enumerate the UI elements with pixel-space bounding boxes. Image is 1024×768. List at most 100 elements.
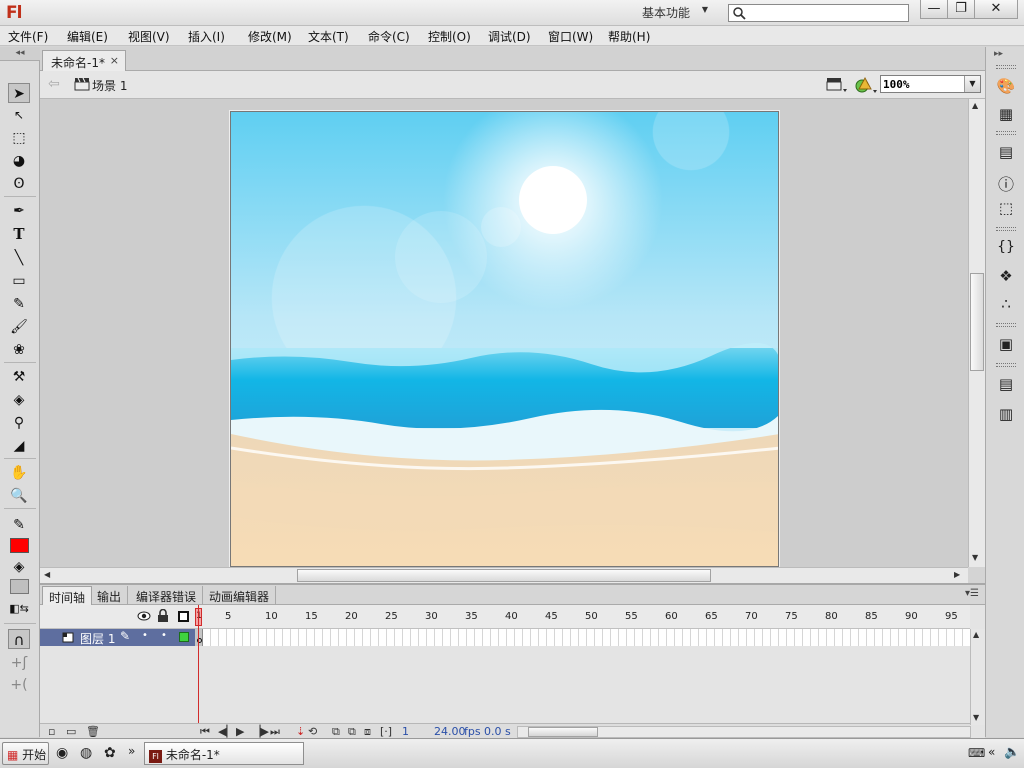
pencil-tool-icon[interactable]: ✎ — [8, 294, 30, 314]
taskbar-item-flash[interactable]: Fl 未命名-1* — [144, 742, 304, 765]
close-tab-icon[interactable]: × — [110, 54, 119, 67]
properties-panel-icon[interactable]: ▤ — [995, 375, 1017, 395]
layer-row[interactable]: 图层 1 ✎ • • — [40, 629, 195, 646]
loop-icon[interactable]: ⟲ — [308, 725, 317, 738]
scrollbar-thumb[interactable] — [297, 569, 711, 582]
go-last-frame-icon[interactable]: ⏭ — [270, 725, 280, 739]
go-first-frame-icon[interactable]: ⏮ — [200, 725, 210, 739]
back-arrow-icon[interactable]: ⇦ — [48, 76, 60, 92]
media-player-icon[interactable]: ◉ — [56, 745, 68, 761]
swap-colors-icon[interactable]: ◧⇆ — [8, 599, 30, 619]
frames-row[interactable] — [195, 629, 970, 646]
scroll-up-icon[interactable]: ▲ — [972, 101, 978, 110]
app-quicklaunch-icon[interactable]: ✿ — [104, 745, 116, 761]
scroll-down-icon[interactable]: ▼ — [973, 713, 979, 722]
chevron-down-icon[interactable]: ▼ — [964, 76, 980, 92]
pen-tool-icon[interactable]: ✒ — [8, 201, 30, 221]
lock-dot[interactable]: • — [161, 630, 167, 641]
eraser-tool-icon[interactable]: ◢ — [8, 436, 30, 456]
fill-color-icon[interactable]: ◈ — [8, 557, 30, 577]
new-layer-icon[interactable]: ▫ — [48, 725, 55, 738]
start-button[interactable]: ▦ 开始 — [2, 742, 49, 765]
color-panel-icon[interactable]: 🎨 — [995, 77, 1017, 97]
onion-outline-icon[interactable]: ⧉ — [348, 725, 356, 739]
step-back-icon[interactable]: ◀▏ — [218, 725, 235, 738]
play-icon[interactable]: ▶ — [236, 725, 244, 738]
document-tab[interactable]: 未命名-1* × — [42, 50, 126, 71]
tools-collapse-button[interactable]: ◂◂ — [0, 47, 40, 61]
tab-timeline[interactable]: 时间轴 — [42, 586, 93, 605]
browser-icon[interactable]: ◍ — [80, 745, 92, 761]
tab-motion-editor[interactable]: 动画编辑器 — [203, 586, 277, 605]
current-frame[interactable]: 1 — [402, 725, 409, 738]
timeline-horizontal-scrollbar[interactable] — [517, 726, 971, 738]
more-quicklaunch-icon[interactable]: » — [128, 744, 135, 758]
menu-view[interactable]: 视图(V) — [128, 28, 170, 45]
minimize-button[interactable]: — — [920, 0, 948, 19]
text-tool-icon[interactable]: T — [8, 225, 30, 245]
layer-name[interactable]: 图层 1 — [80, 630, 115, 647]
onion-skin-icon[interactable]: ⧉ — [332, 725, 340, 739]
outline-icon[interactable] — [178, 611, 189, 622]
brush-tool-icon[interactable]: 🖌 — [8, 317, 30, 337]
eyedropper-tool-icon[interactable]: ⚲ — [8, 413, 30, 433]
help-search-box[interactable] — [728, 4, 909, 22]
eye-icon[interactable] — [137, 610, 151, 622]
menu-insert[interactable]: 插入(I) — [188, 28, 225, 45]
info-panel-icon[interactable]: ⓘ — [995, 171, 1017, 194]
new-folder-icon[interactable]: ▭ — [66, 725, 76, 738]
stage[interactable] — [230, 111, 779, 567]
selection-tool-icon[interactable]: ➤ — [8, 83, 30, 103]
keyboard-icon[interactable]: ⌨ — [968, 746, 985, 760]
dock-expand-button[interactable]: ▸▸ — [994, 49, 1003, 59]
snap-to-objects-icon[interactable]: ∩ — [8, 629, 30, 649]
components-panel-icon[interactable]: ❖ — [995, 267, 1017, 287]
lock-icon[interactable] — [157, 609, 169, 622]
swatches-panel-icon[interactable]: ▦ — [995, 105, 1017, 125]
modify-markers-icon[interactable]: [·] — [380, 725, 392, 738]
lasso-tool-icon[interactable]: ʘ — [8, 174, 30, 194]
panel-menu-icon[interactable]: ▾☰ — [965, 588, 979, 599]
layer-outline-color[interactable] — [179, 632, 189, 642]
fill-color-swatch[interactable] — [10, 538, 29, 553]
zoom-combo[interactable]: ▼ — [880, 75, 981, 93]
timeline-vertical-scrollbar[interactable]: ▲ ▼ — [970, 629, 985, 725]
edit-symbols-icon[interactable] — [854, 75, 878, 95]
scrollbar-thumb[interactable] — [970, 273, 984, 371]
center-frame-icon[interactable]: ⇣ — [296, 725, 305, 738]
zoom-input[interactable] — [883, 77, 963, 91]
deco-tool-icon[interactable]: ❀ — [8, 340, 30, 360]
menu-commands[interactable]: 命令(C) — [368, 28, 410, 45]
workspace-switcher[interactable]: 基本功能 ▼ — [634, 3, 714, 22]
motion-presets-icon[interactable]: ∴ — [995, 295, 1017, 315]
code-snippets-icon[interactable]: {} — [995, 239, 1017, 259]
volume-icon[interactable]: 🔈 — [1004, 745, 1020, 760]
straighten-icon[interactable]: +( — [8, 675, 30, 695]
step-forward-icon[interactable]: ▕▶ — [252, 725, 269, 738]
rectangle-tool-icon[interactable]: ▭ — [8, 271, 30, 291]
menu-modify[interactable]: 修改(M) — [248, 28, 292, 45]
stroke-color-swatch[interactable] — [10, 579, 29, 594]
close-button[interactable]: ✕ — [974, 0, 1018, 19]
line-tool-icon[interactable]: ╲ — [8, 248, 30, 268]
menu-text[interactable]: 文本(T) — [308, 28, 349, 45]
stroke-color-icon[interactable]: ✎ — [8, 515, 30, 535]
library-panel-icon[interactable]: ▥ — [995, 405, 1017, 425]
project-panel-icon[interactable]: ▣ — [995, 335, 1017, 355]
bone-tool-icon[interactable]: ⚒ — [8, 367, 30, 387]
tab-output[interactable]: 输出 — [91, 586, 129, 605]
delete-layer-icon[interactable]: 🗑 — [86, 725, 100, 738]
restore-button[interactable]: ❐ — [947, 0, 975, 19]
stage-horizontal-scrollbar[interactable]: ◀ ▶ — [40, 567, 968, 583]
menu-window[interactable]: 窗口(W) — [548, 28, 593, 45]
stage-vertical-scrollbar[interactable]: ▲ ▼ — [968, 99, 985, 567]
scroll-left-icon[interactable]: ◀ — [44, 570, 50, 579]
menu-help[interactable]: 帮助(H) — [608, 28, 650, 45]
tab-compiler-errors[interactable]: 编译器错误 — [130, 586, 204, 605]
subselection-tool-icon[interactable]: ↖ — [8, 105, 30, 125]
tray-expand-icon[interactable]: « — [988, 745, 995, 759]
align-panel-icon[interactable]: ▤ — [995, 143, 1017, 163]
zoom-tool-icon[interactable]: 🔍 — [8, 486, 30, 506]
search-input[interactable] — [749, 6, 905, 20]
scroll-right-icon[interactable]: ▶ — [954, 570, 960, 579]
